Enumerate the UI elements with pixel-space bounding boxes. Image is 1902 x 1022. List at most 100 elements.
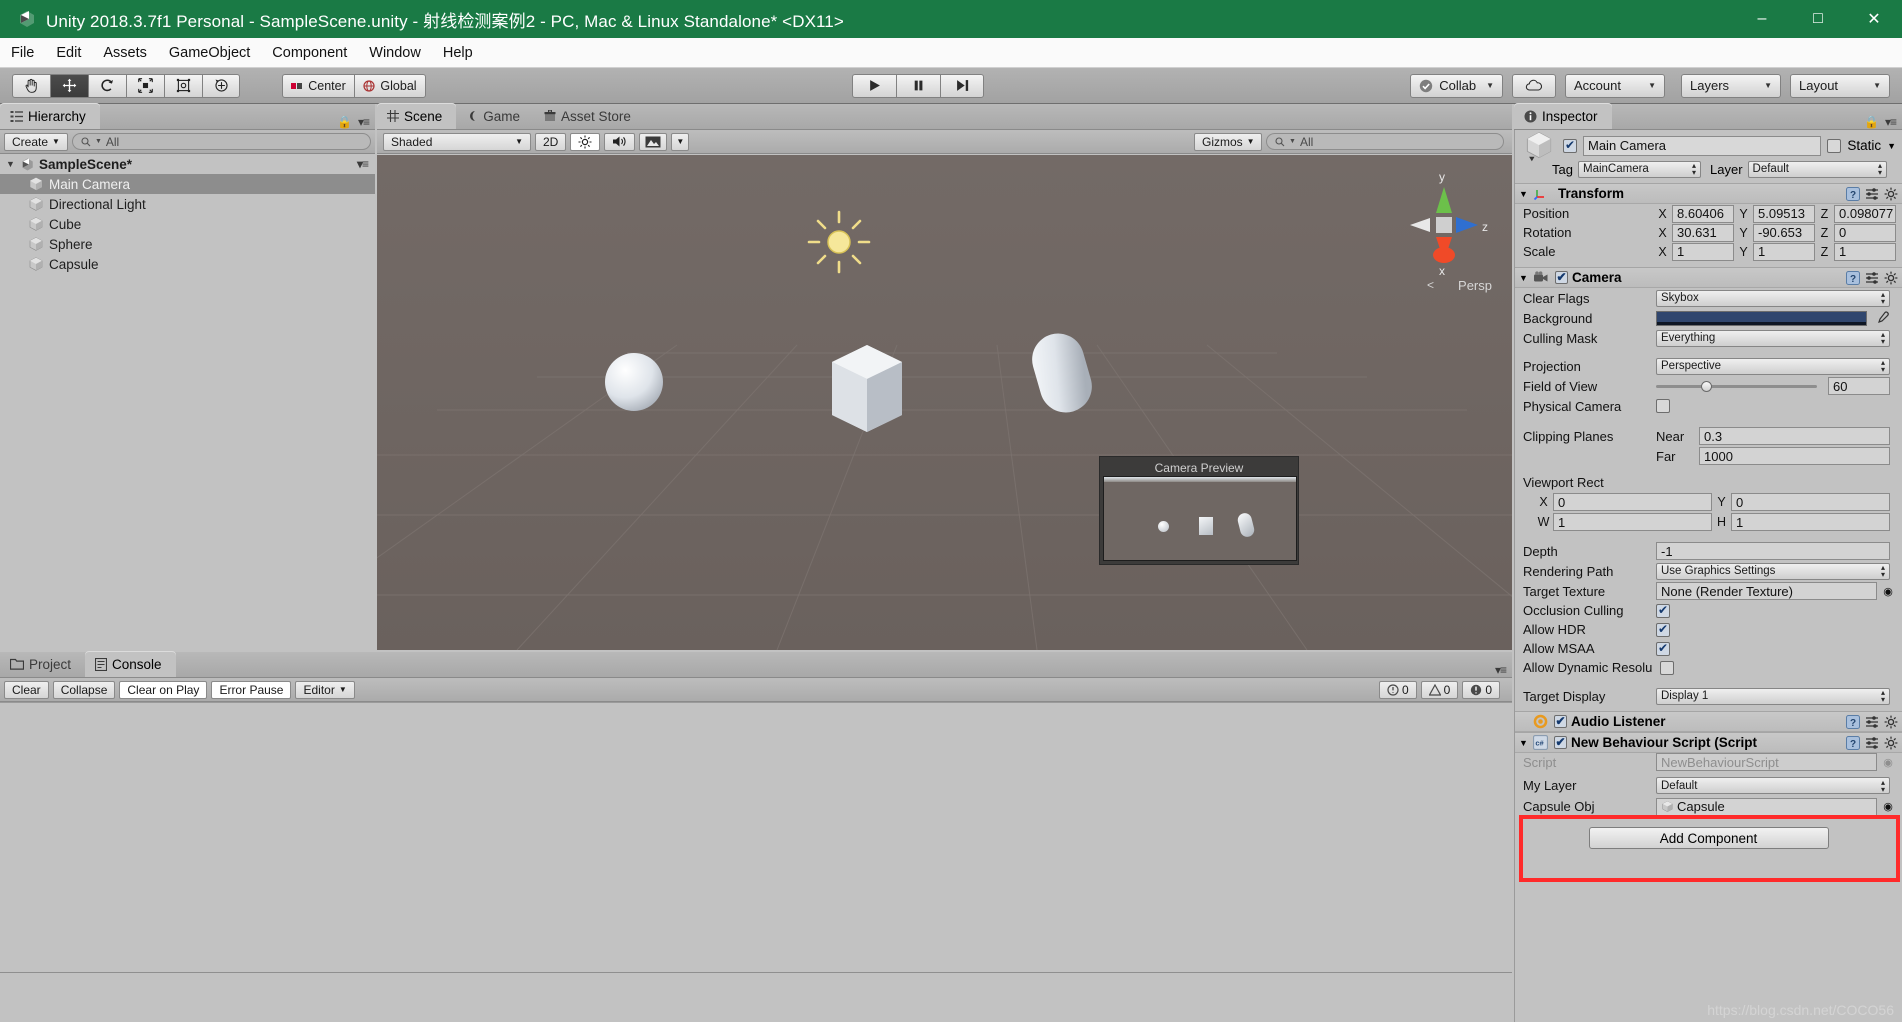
cloud-button[interactable]: [1512, 73, 1556, 98]
sphere-object[interactable]: [599, 347, 669, 417]
preset-icon[interactable]: [1865, 187, 1879, 201]
chevron-down-icon[interactable]: ▼: [1519, 189, 1529, 199]
menu-assets[interactable]: Assets: [92, 38, 158, 68]
collapse-button[interactable]: Collapse: [52, 680, 116, 699]
gear-icon[interactable]: [1884, 271, 1898, 285]
hierarchy-item-capsule[interactable]: Capsule: [0, 254, 375, 274]
cube-object[interactable]: [817, 330, 917, 440]
help-icon[interactable]: ?: [1846, 270, 1860, 285]
hierarchy-search-input[interactable]: ▼ All: [71, 133, 371, 150]
tab-game[interactable]: Game: [456, 103, 534, 129]
hierarchy-item-main-camera[interactable]: Main Camera: [0, 174, 375, 194]
menu-gameobject[interactable]: GameObject: [158, 38, 261, 68]
fov-slider[interactable]: [1656, 379, 1817, 393]
error-count-toggle[interactable]: 0: [1462, 680, 1500, 699]
menu-window[interactable]: Window: [358, 38, 432, 68]
gear-icon[interactable]: [1884, 736, 1898, 750]
projection-dropdown[interactable]: Perspective ▴ ▾: [1656, 357, 1890, 375]
viewport-h-field[interactable]: 1: [1731, 513, 1890, 531]
error-pause-button[interactable]: Error Pause: [211, 680, 292, 699]
clear-button[interactable]: Clear: [4, 680, 49, 699]
scene-menu-icon[interactable]: ▾≡: [357, 157, 375, 171]
allow-dynamic-resolution-checkbox[interactable]: [1660, 660, 1674, 675]
step-button[interactable]: [940, 73, 985, 98]
layout-button[interactable]: Layout ▼: [1790, 73, 1890, 98]
culling-mask-dropdown[interactable]: Everything ▴ ▾: [1656, 329, 1890, 347]
create-button[interactable]: Create ▼: [4, 132, 68, 151]
tag-dropdown[interactable]: MainCamera ▴ ▾: [1578, 160, 1701, 178]
menu-file[interactable]: File: [0, 38, 45, 68]
menu-edit[interactable]: Edit: [45, 38, 92, 68]
scene-axis-gizmo[interactable]: y z x: [1390, 169, 1498, 279]
lock-icon[interactable]: 🔒: [1864, 115, 1879, 129]
script-enabled-checkbox[interactable]: [1554, 736, 1567, 749]
object-picker-icon[interactable]: ◉: [1880, 585, 1896, 598]
account-button[interactable]: Account ▼: [1565, 73, 1665, 98]
clear-flags-dropdown[interactable]: Skybox ▴ ▾: [1656, 289, 1890, 307]
scene-viewport[interactable]: y z x Persp < Camera Preview: [377, 155, 1512, 650]
script-value-field[interactable]: NewBehaviourScript: [1656, 753, 1877, 771]
scene-effects-button[interactable]: [639, 132, 668, 151]
tab-project[interactable]: Project: [0, 651, 85, 677]
scale-x-field[interactable]: 1: [1672, 242, 1734, 261]
panel-menu-icon[interactable]: ▾≡: [1885, 115, 1897, 129]
gizmos-dropdown[interactable]: Gizmos ▼: [1194, 132, 1262, 151]
rotate-tool-button[interactable]: [88, 73, 126, 98]
2d-toggle-button[interactable]: 2D: [535, 132, 567, 151]
target-display-dropdown[interactable]: Display 1 ▴ ▾: [1656, 687, 1890, 705]
rotation-x-field[interactable]: 30.631: [1672, 223, 1734, 242]
scale-y-field[interactable]: 1: [1753, 242, 1815, 261]
scene-effects-dropdown[interactable]: ▼: [671, 132, 690, 151]
pivot-mode-button[interactable]: Center: [282, 73, 354, 98]
move-tool-button[interactable]: [50, 73, 88, 98]
tab-asset-store[interactable]: Asset Store: [534, 103, 645, 129]
far-field[interactable]: 1000: [1699, 447, 1890, 465]
transform-component-header[interactable]: ▼ Transform ?: [1515, 183, 1902, 204]
scale-tool-button[interactable]: [126, 73, 164, 98]
physical-camera-checkbox[interactable]: [1656, 399, 1670, 413]
capsule-obj-field[interactable]: Capsule: [1656, 797, 1877, 816]
warning-count-toggle[interactable]: 0: [1420, 680, 1459, 699]
audio-listener-enabled-checkbox[interactable]: [1554, 715, 1567, 728]
help-icon[interactable]: ?: [1846, 186, 1860, 201]
depth-field[interactable]: -1: [1656, 542, 1890, 560]
object-picker-icon[interactable]: ◉: [1880, 800, 1896, 813]
gear-icon[interactable]: [1884, 187, 1898, 201]
lock-icon[interactable]: 🔒: [337, 115, 352, 129]
script-component-header[interactable]: ▼ c# New Behaviour Script (Script ?: [1515, 732, 1902, 753]
allow-msaa-checkbox[interactable]: [1656, 641, 1670, 656]
chevron-down-icon[interactable]: ▼: [1519, 738, 1529, 748]
panel-menu-icon[interactable]: ▾≡: [1495, 663, 1507, 677]
rendering-path-dropdown[interactable]: Use Graphics Settings ▴ ▾: [1656, 562, 1890, 580]
viewport-w-field[interactable]: 1: [1553, 513, 1712, 531]
help-icon[interactable]: ?: [1846, 735, 1860, 750]
capsule-object[interactable]: [1017, 313, 1107, 433]
hierarchy-item-cube[interactable]: Cube: [0, 214, 375, 234]
target-texture-field[interactable]: None (Render Texture): [1656, 582, 1877, 600]
occlusion-culling-checkbox[interactable]: [1656, 603, 1670, 618]
tab-inspector[interactable]: Inspector: [1514, 103, 1612, 129]
eyedropper-icon[interactable]: [1875, 310, 1891, 326]
info-count-toggle[interactable]: 0: [1378, 680, 1417, 699]
audio-listener-component-header[interactable]: Audio Listener ?: [1515, 711, 1902, 732]
preset-icon[interactable]: [1865, 715, 1879, 729]
rect-tool-button[interactable]: [164, 73, 202, 98]
transform-tool-button[interactable]: [202, 73, 240, 98]
static-checkbox[interactable]: [1827, 138, 1842, 153]
object-name-field[interactable]: Main Camera: [1583, 135, 1822, 156]
close-button[interactable]: ✕: [1846, 0, 1902, 38]
hierarchy-item-sphere[interactable]: Sphere: [0, 234, 375, 254]
layers-button[interactable]: Layers ▼: [1681, 73, 1781, 98]
gear-icon[interactable]: [1884, 715, 1898, 729]
object-picker-icon[interactable]: ◉: [1880, 756, 1896, 769]
play-button[interactable]: [852, 73, 897, 98]
tab-scene[interactable]: Scene: [377, 103, 457, 129]
my-layer-dropdown[interactable]: Default ▴ ▾: [1656, 777, 1890, 794]
collab-button[interactable]: Collab ▼: [1410, 73, 1503, 98]
preset-icon[interactable]: [1865, 736, 1879, 750]
help-icon[interactable]: ?: [1846, 714, 1860, 729]
hierarchy-scene-row[interactable]: ▼ SampleScene* ▾≡: [0, 154, 375, 174]
scene-search-input[interactable]: ▼ All: [1266, 133, 1504, 150]
tab-console[interactable]: Console: [85, 651, 176, 677]
viewport-x-field[interactable]: 0: [1553, 493, 1712, 511]
